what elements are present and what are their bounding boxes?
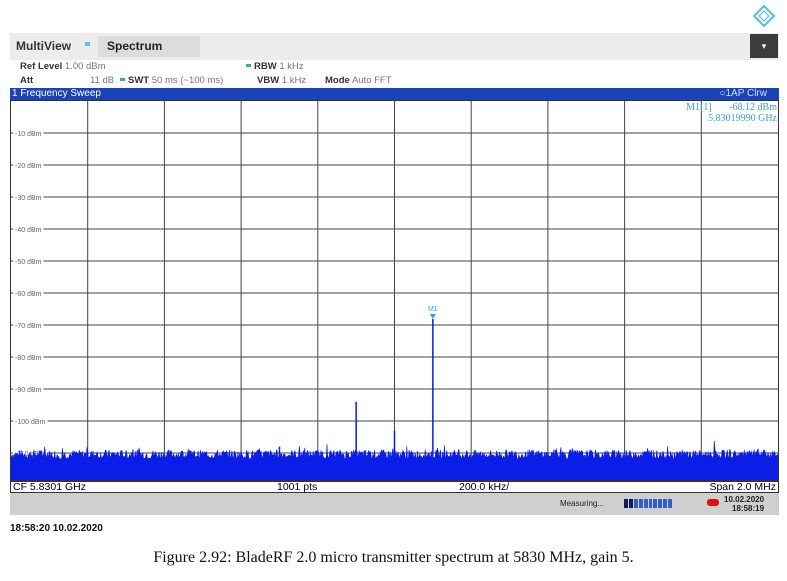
y-tick-label: -60 dBm bbox=[15, 291, 42, 298]
mode-info: Mode Auto FFT bbox=[325, 75, 392, 86]
y-tick-label: -50 dBm bbox=[15, 259, 42, 266]
ref-level-info: Ref Level 1.00 dBm bbox=[20, 61, 106, 72]
att-value: 11 dB bbox=[90, 75, 115, 86]
status-datetime: 10.02.2020 18:58:19 bbox=[724, 495, 765, 513]
center-frequency: CF 5.8301 GHz bbox=[13, 481, 86, 493]
swt-info: SWT 50 ms (~100 ms) bbox=[120, 75, 223, 86]
y-tick-label: -80 dBm bbox=[15, 355, 42, 362]
spectrum-plot[interactable]: -10 dBm -20 dBm -30 dBm -40 dBm -50 dBm -60 d… bbox=[10, 100, 779, 481]
window-title-bar: 1 Frequency Sweep ○1AP Clrw bbox=[10, 88, 779, 100]
y-tick-label: -70 dBm bbox=[15, 323, 42, 330]
measuring-progress bbox=[624, 499, 673, 508]
marker-readout: M1[1] -68.12 dBm 5.83019990 GHz bbox=[686, 102, 777, 124]
y-tick-label: -30 dBm bbox=[15, 195, 42, 202]
y-tick-label: -90 dBm bbox=[15, 387, 42, 394]
multiview-indicator bbox=[85, 42, 90, 46]
window-title: 1 Frequency Sweep bbox=[12, 88, 101, 99]
marker-triangle-icon bbox=[429, 313, 436, 319]
span: Span 2.0 MHz bbox=[709, 481, 776, 493]
y-tick-label: -10 dBm bbox=[15, 131, 42, 138]
y-tick-label: -100 dBm bbox=[15, 419, 46, 426]
rbw-info: RBW 1 kHz bbox=[246, 61, 304, 72]
marker-name: M1[1] bbox=[686, 102, 712, 113]
y-tick-label: -20 dBm bbox=[15, 163, 42, 170]
frequency-footer: CF 5.8301 GHz 1001 pts 200.0 kHz/ Span 2… bbox=[10, 481, 779, 493]
trace-info: ○1AP Clrw bbox=[719, 88, 767, 99]
rohde-schwarz-logo bbox=[752, 4, 776, 28]
vbw-info: VBW 1 kHz bbox=[257, 75, 307, 86]
y-tick-label: -40 dBm bbox=[15, 227, 42, 234]
att-label: Att bbox=[20, 75, 34, 86]
frequency-per-division: 200.0 kHz/ bbox=[459, 481, 510, 493]
screenshot-timestamp: 18:58:20 10.02.2020 bbox=[10, 523, 103, 534]
dropdown-menu-button[interactable]: ▾ bbox=[750, 34, 778, 58]
spectrum-chart: -10 dBm -20 dBm -30 dBm -40 dBm -50 dBm -60 d… bbox=[10, 101, 779, 481]
remote-indicator-icon bbox=[707, 499, 719, 506]
measuring-status: Measuring... bbox=[560, 499, 605, 508]
sweep-points: 1001 pts bbox=[277, 481, 318, 493]
marker-level: -68.12 dBm bbox=[729, 102, 777, 113]
spectrum-tab-label[interactable]: Spectrum bbox=[107, 39, 162, 53]
figure-caption: Figure 2.92: BladeRF 2.0 micro transmitt… bbox=[153, 549, 634, 566]
marker-frequency: 5.83019990 GHz bbox=[708, 113, 777, 124]
multiview-tab[interactable]: MultiView bbox=[16, 39, 71, 53]
marker-label: M1 bbox=[428, 306, 438, 313]
